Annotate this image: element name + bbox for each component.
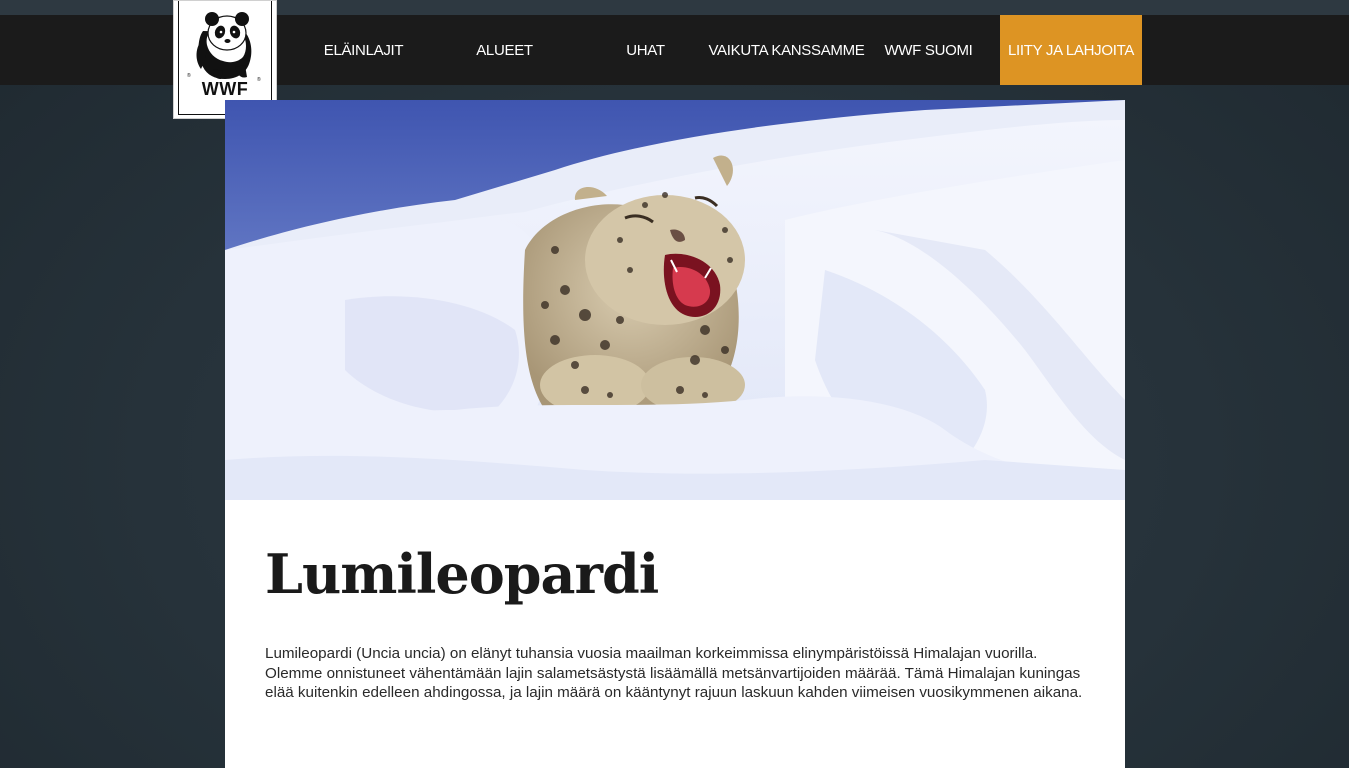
nav-item-alueet[interactable]: ALUEET bbox=[434, 15, 575, 85]
species-card: Lumileopardi Lumileopardi (Uncia uncia) … bbox=[225, 100, 1125, 768]
page-title: Lumileopardi bbox=[265, 542, 659, 606]
svg-text:®: ® bbox=[187, 72, 191, 79]
nav-item-uhat[interactable]: UHAT bbox=[575, 15, 716, 85]
nav-item-wwf-suomi[interactable]: WWF SUOMI bbox=[857, 15, 1000, 85]
main-menu: ELÄINLAJIT ALUEET UHAT VAIKUTA KANSSAMME… bbox=[293, 15, 1142, 85]
logo-wordmark: WWF bbox=[201, 79, 249, 99]
nav-item-vaikuta-kanssamme[interactable]: VAIKUTA KANSSAMME bbox=[708, 15, 864, 85]
hero-image-snow-leopard bbox=[225, 100, 1125, 500]
join-and-donate-button[interactable]: LIITY JA LAHJOITA bbox=[1000, 15, 1142, 85]
logo-frame: ® ® WWF bbox=[178, 1, 272, 115]
nav-item-elainlajit[interactable]: ELÄINLAJIT bbox=[293, 15, 434, 85]
snow-leopard-photo bbox=[225, 100, 1125, 500]
species-description: Lumileopardi (Uncia uncia) on elänyt tuh… bbox=[265, 645, 1083, 701]
panda-logo-icon: ® ® bbox=[187, 12, 261, 83]
